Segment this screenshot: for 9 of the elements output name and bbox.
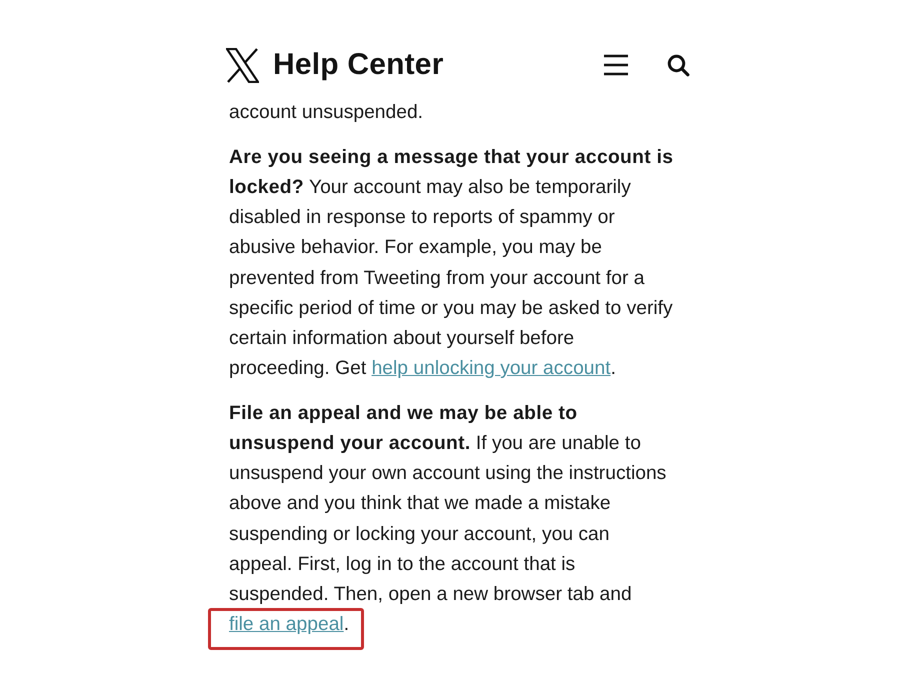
link[interactable]: file an appeal bbox=[229, 614, 344, 636]
search-icon[interactable] bbox=[667, 54, 690, 76]
paragraph: account unsuspended. bbox=[229, 101, 424, 125]
link[interactable]: help unlocking your account bbox=[372, 358, 611, 380]
site-title: Help Center bbox=[273, 48, 445, 82]
paragraph: File an appeal and we may be able to unsuspend your account. If you are unable to unsuspend your own account using the instructions above and you think that we made a mistake suspending or locking your account, you can appeal. First, log in to the account that is suspended. Then, open a new browser tab and file an appeal. bbox=[229, 398, 674, 640]
paragraph: Are you seeing a message that your account is locked? Your account may also be temporarily disabled in response to reports of spammy or abusive behavior. For example, you may be prevented from Tweeting from your account for a specific period of time or you may be asked to verify certain information about yourself before proceeding. Get help unlocking your account. bbox=[229, 146, 674, 382]
x-logo-icon[interactable] bbox=[226, 48, 259, 82]
menu-icon[interactable] bbox=[603, 54, 629, 76]
